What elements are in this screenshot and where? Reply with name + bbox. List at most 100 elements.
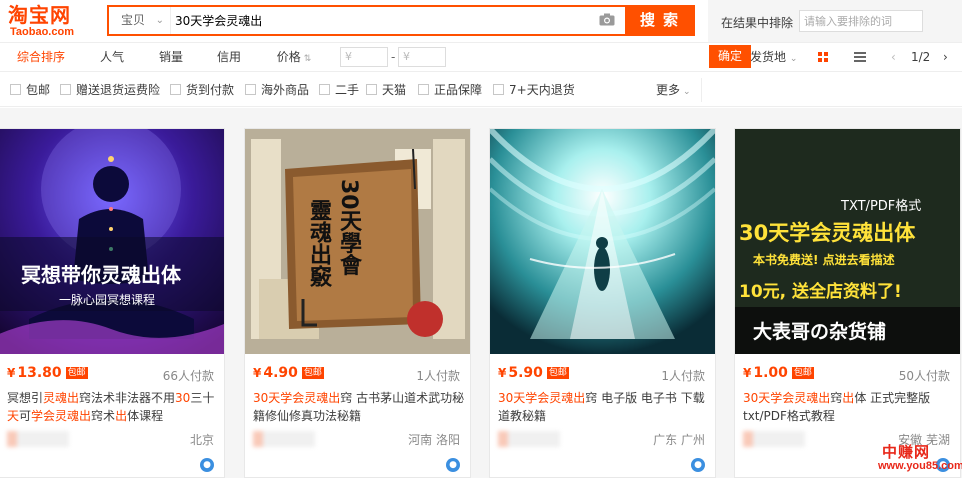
price-min-input[interactable]: ¥	[340, 47, 388, 67]
filter-cod[interactable]: 货到付款	[170, 82, 234, 98]
shop-name-blurred[interactable]	[7, 431, 69, 447]
wangwang-chat-icon[interactable]: ●	[691, 458, 705, 472]
currency-symbol: ¥	[7, 366, 16, 380]
sort-default[interactable]: 综合排序	[0, 43, 82, 71]
location: 广东 广州	[653, 433, 705, 447]
product-image[interactable]	[490, 129, 715, 354]
title-keyword: 学会灵魂出	[31, 409, 92, 423]
product-title[interactable]: 30天学会灵魂出窍 电子版 电子书 下载 道教秘籍	[498, 389, 710, 425]
checkbox[interactable]	[418, 84, 429, 95]
shop-icon	[7, 431, 17, 447]
checkbox[interactable]	[319, 84, 330, 95]
confirm-button[interactable]: 确定	[709, 45, 751, 68]
sales-count: 1人付款	[416, 369, 460, 383]
filter-free-shipping[interactable]: 包邮	[10, 82, 50, 98]
currency-symbol: ¥	[498, 366, 507, 380]
ship-from-dropdown[interactable]: 发货地 ⌄	[750, 43, 797, 71]
image-caption: TXT/PDF格式	[841, 199, 922, 214]
pager: ‹ 1/2 ›	[885, 43, 962, 71]
price-value: 1.00	[753, 365, 788, 381]
watermark-text: 中赚网	[882, 443, 931, 461]
product-price: ¥1.00 包邮	[743, 365, 814, 381]
filter-return-insurance[interactable]: 赠送退货运费险	[60, 82, 160, 98]
title-keyword: 30天学会灵魂出	[743, 391, 831, 405]
product-image[interactable]: TXT/PDF格式 30天学会灵魂出体 本书免费送! 点进去看描述 10元, 送…	[735, 129, 960, 354]
sort-popularity[interactable]: 人气	[82, 43, 142, 71]
shop-icon	[743, 431, 753, 447]
checkbox[interactable]	[60, 84, 71, 95]
image-subcaption: 靈魂出竅	[306, 199, 331, 287]
exclude-label: 在结果中排除	[721, 16, 794, 30]
sales-count: 1人付款	[661, 369, 705, 383]
filter-7day-return[interactable]: 7+天内退货	[493, 82, 575, 98]
filter-overseas[interactable]: 海外商品	[245, 82, 309, 98]
location: 北京	[189, 433, 214, 447]
shop-name-blurred[interactable]	[253, 431, 315, 447]
product-card[interactable]: ¥5.90 包邮 1人付款 30天学会灵魂出窍 电子版 电子书 下载 道教秘籍 广…	[489, 128, 716, 478]
shop-name-blurred[interactable]	[498, 431, 560, 447]
filter-label: 7+天内退货	[509, 83, 575, 97]
search-input[interactable]	[175, 7, 595, 34]
checkbox[interactable]	[170, 84, 181, 95]
title-text: 可	[19, 409, 32, 423]
price-dash: -	[391, 50, 396, 64]
title-keyword: 天	[7, 409, 20, 423]
title-keyword: 灵魂出	[43, 391, 80, 405]
more-filters-button[interactable]: 更多 ⌄	[656, 82, 691, 100]
product-image[interactable]: 冥想带你灵魂出体 一脉心园冥想课程	[0, 129, 224, 354]
list-view-icon[interactable]	[845, 43, 875, 71]
shop-name-blurred[interactable]	[743, 431, 805, 447]
sales-count: 66人付款	[162, 369, 214, 383]
product-title[interactable]: 30天学会灵魂出窍出体 正式完整版 txt/PDF格式教程	[743, 389, 955, 425]
sort-price[interactable]: 价格 ⇅	[262, 43, 326, 71]
free-shipping-badge: 包邮	[546, 367, 569, 379]
image-caption: 10元, 送全店资料了!	[739, 282, 902, 302]
taobao-logo[interactable]: 淘宝网 Taobao.com	[8, 4, 98, 40]
filter-secondhand[interactable]: 二手	[319, 82, 359, 98]
exclude-input[interactable]	[799, 10, 923, 32]
wangwang-chat-icon[interactable]: ●	[446, 458, 460, 472]
title-keyword: 出	[115, 409, 128, 423]
sort-sales[interactable]: 销量	[142, 43, 200, 71]
product-price: ¥5.90 包邮	[498, 365, 569, 381]
currency-symbol: ¥	[743, 366, 752, 380]
filter-genuine[interactable]: 正品保障	[418, 82, 482, 98]
checkbox[interactable]	[10, 84, 21, 95]
checkbox[interactable]	[245, 84, 256, 95]
next-page-icon[interactable]: ›	[943, 43, 948, 71]
product-card[interactable]: TXT/PDF格式 30天学会灵魂出体 本书免费送! 点进去看描述 10元, 送…	[734, 128, 961, 478]
header: 淘宝网 Taobao.com 宝贝 ⌄ 搜索 在结果中排除	[0, 0, 962, 68]
filter-label: 包邮	[26, 83, 51, 97]
checkbox[interactable]	[493, 84, 504, 95]
product-card[interactable]: 30天學會 靈魂出竅 ¥4.90 包邮 1人付款 30天学会灵魂出窍 古书茅山道术…	[244, 128, 471, 478]
filter-tmall[interactable]: 天猫	[366, 82, 406, 98]
image-caption: 30天學會	[336, 179, 361, 276]
watermark-url: www.you85.com	[878, 460, 962, 472]
more-label: 更多	[656, 83, 681, 97]
price-max-input[interactable]: ¥	[398, 47, 446, 67]
shop-icon	[253, 431, 263, 447]
logo-text: 淘宝网	[8, 3, 71, 27]
site-watermark: 中赚网 www.you85.com	[878, 441, 962, 478]
product-title[interactable]: 冥想引灵魂出窍法术非法器不用30三十天可学会灵魂出窍术出体课程	[7, 389, 219, 425]
checkbox[interactable]	[366, 84, 377, 95]
sort-credit[interactable]: 信用	[200, 43, 258, 71]
free-shipping-badge: 包邮	[791, 367, 814, 379]
chevron-down-icon: ⌄	[789, 54, 798, 64]
price-value: 5.90	[508, 365, 543, 381]
price-value: 13.80	[17, 365, 62, 381]
product-card[interactable]: 冥想带你灵魂出体 一脉心园冥想课程 ¥13.80 包邮 66人付款 冥想引灵魂出窍…	[0, 128, 225, 478]
filter-label: 海外商品	[261, 83, 310, 97]
product-title[interactable]: 30天学会灵魂出窍 古书茅山道术武功秘籍修仙修真功法秘籍	[253, 389, 465, 425]
search-type-select[interactable]: 宝贝 ⌄	[109, 7, 171, 34]
product-image[interactable]: 30天學會 靈魂出竅	[245, 129, 470, 354]
grid-view-icon[interactable]	[808, 43, 838, 71]
currency-symbol: ¥	[253, 366, 262, 380]
search-button[interactable]: 搜索	[625, 5, 695, 36]
image-caption: 冥想带你灵魂出体	[21, 263, 181, 287]
prev-page-icon[interactable]: ‹	[891, 43, 896, 71]
wangwang-chat-icon[interactable]: ●	[200, 458, 214, 472]
camera-icon[interactable]	[599, 13, 615, 26]
filter-label: 二手	[335, 83, 360, 97]
filter-label: 正品保障	[434, 83, 483, 97]
